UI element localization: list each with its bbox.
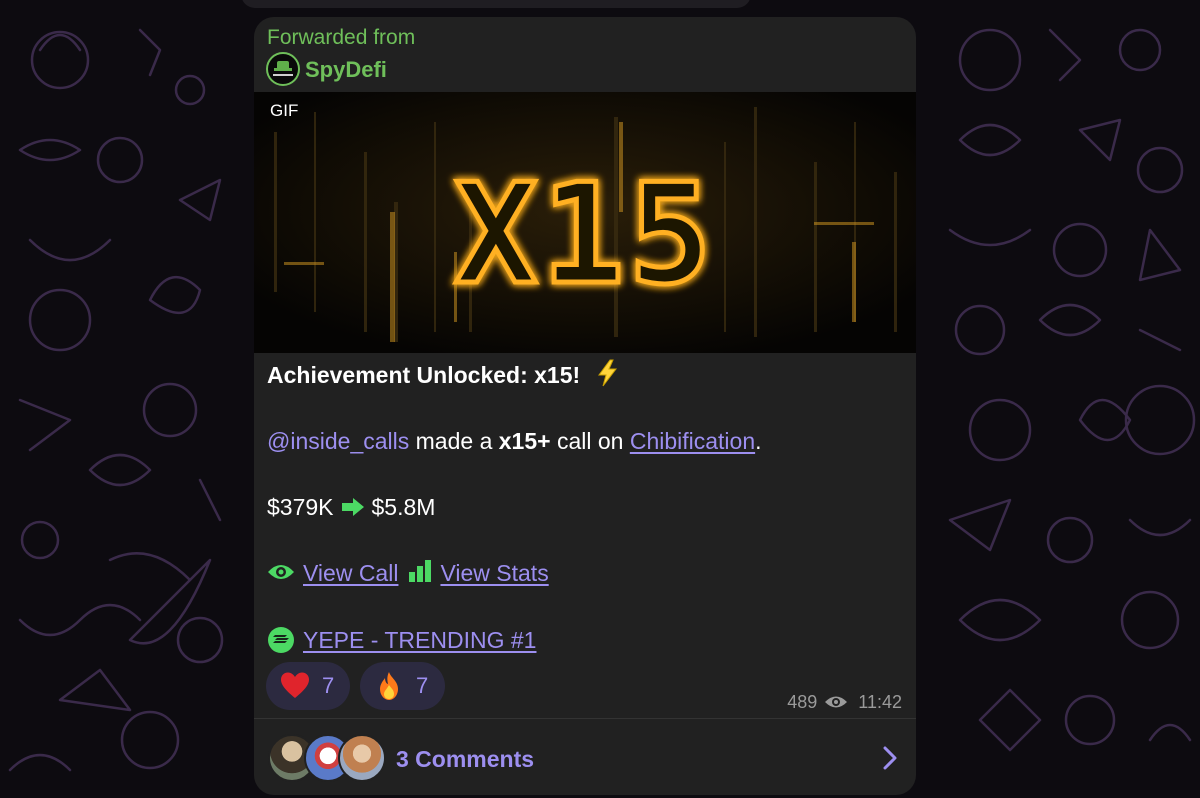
to-value: $5.8M (371, 494, 436, 520)
call-line: @inside_calls made a x15+ call on Chibif… (267, 428, 762, 455)
marketcap-line: $379K $5.8M (267, 494, 435, 521)
made-text: made a (415, 428, 493, 454)
previous-message-bubble (241, 0, 751, 8)
eye-icon (268, 565, 294, 579)
multiplier-text: x15+ (498, 428, 551, 454)
period-text: . (755, 428, 762, 454)
call-on-text: call on (556, 428, 624, 454)
trending-line: YEPE - TRENDING #1 (267, 626, 536, 654)
view-stats-link[interactable]: View Stats (440, 560, 548, 586)
avatar-text-mark (273, 74, 293, 76)
from-value: $379K (267, 494, 334, 520)
right-arrow-icon (341, 498, 364, 516)
fire-icon (380, 672, 398, 700)
gif-media[interactable]: X15 GIF (254, 92, 916, 353)
view-call-link[interactable]: View Call (303, 560, 398, 586)
mention-link[interactable]: @inside_calls (267, 428, 409, 454)
message-title: Achievement Unlocked: x15! (267, 362, 581, 388)
solana-coin-icon (268, 627, 294, 653)
message-time: 11:42 (858, 692, 902, 712)
view-count: 489 (787, 692, 818, 712)
gif-badge: GIF (270, 101, 299, 120)
message-meta: 489 11:42 (787, 692, 902, 713)
comments-button[interactable]: 3 Comments (254, 719, 916, 795)
trending-link[interactable]: YEPE - TRENDING #1 (303, 627, 536, 653)
heart-icon (281, 672, 309, 698)
message-bubble[interactable]: Forwarded from SpyDefi X15 GIF Achieveme… (254, 17, 916, 795)
commenter-avatar (338, 734, 386, 782)
spy-hat-brim (274, 68, 292, 71)
x15-glow-text: X15 (454, 154, 715, 315)
lightning-icon (598, 359, 618, 387)
token-link[interactable]: Chibification (630, 428, 755, 454)
reaction-heart[interactable]: 7 (266, 662, 350, 710)
comments-label: 3 Comments (396, 746, 535, 772)
views-eye-icon (825, 696, 848, 708)
links-line: View Call View Stats (267, 560, 549, 587)
x15-glow-image: X15 (254, 92, 916, 353)
forwarded-label: Forwarded from (267, 26, 416, 49)
forwarded-channel-name[interactable]: SpyDefi (305, 57, 387, 83)
reaction-count: 7 (322, 673, 335, 698)
reaction-fire[interactable]: 7 (360, 662, 445, 710)
reaction-count: 7 (416, 673, 429, 698)
channel-avatar[interactable] (266, 52, 300, 86)
chevron-right-icon (883, 746, 897, 770)
bar-chart-icon (409, 560, 432, 582)
